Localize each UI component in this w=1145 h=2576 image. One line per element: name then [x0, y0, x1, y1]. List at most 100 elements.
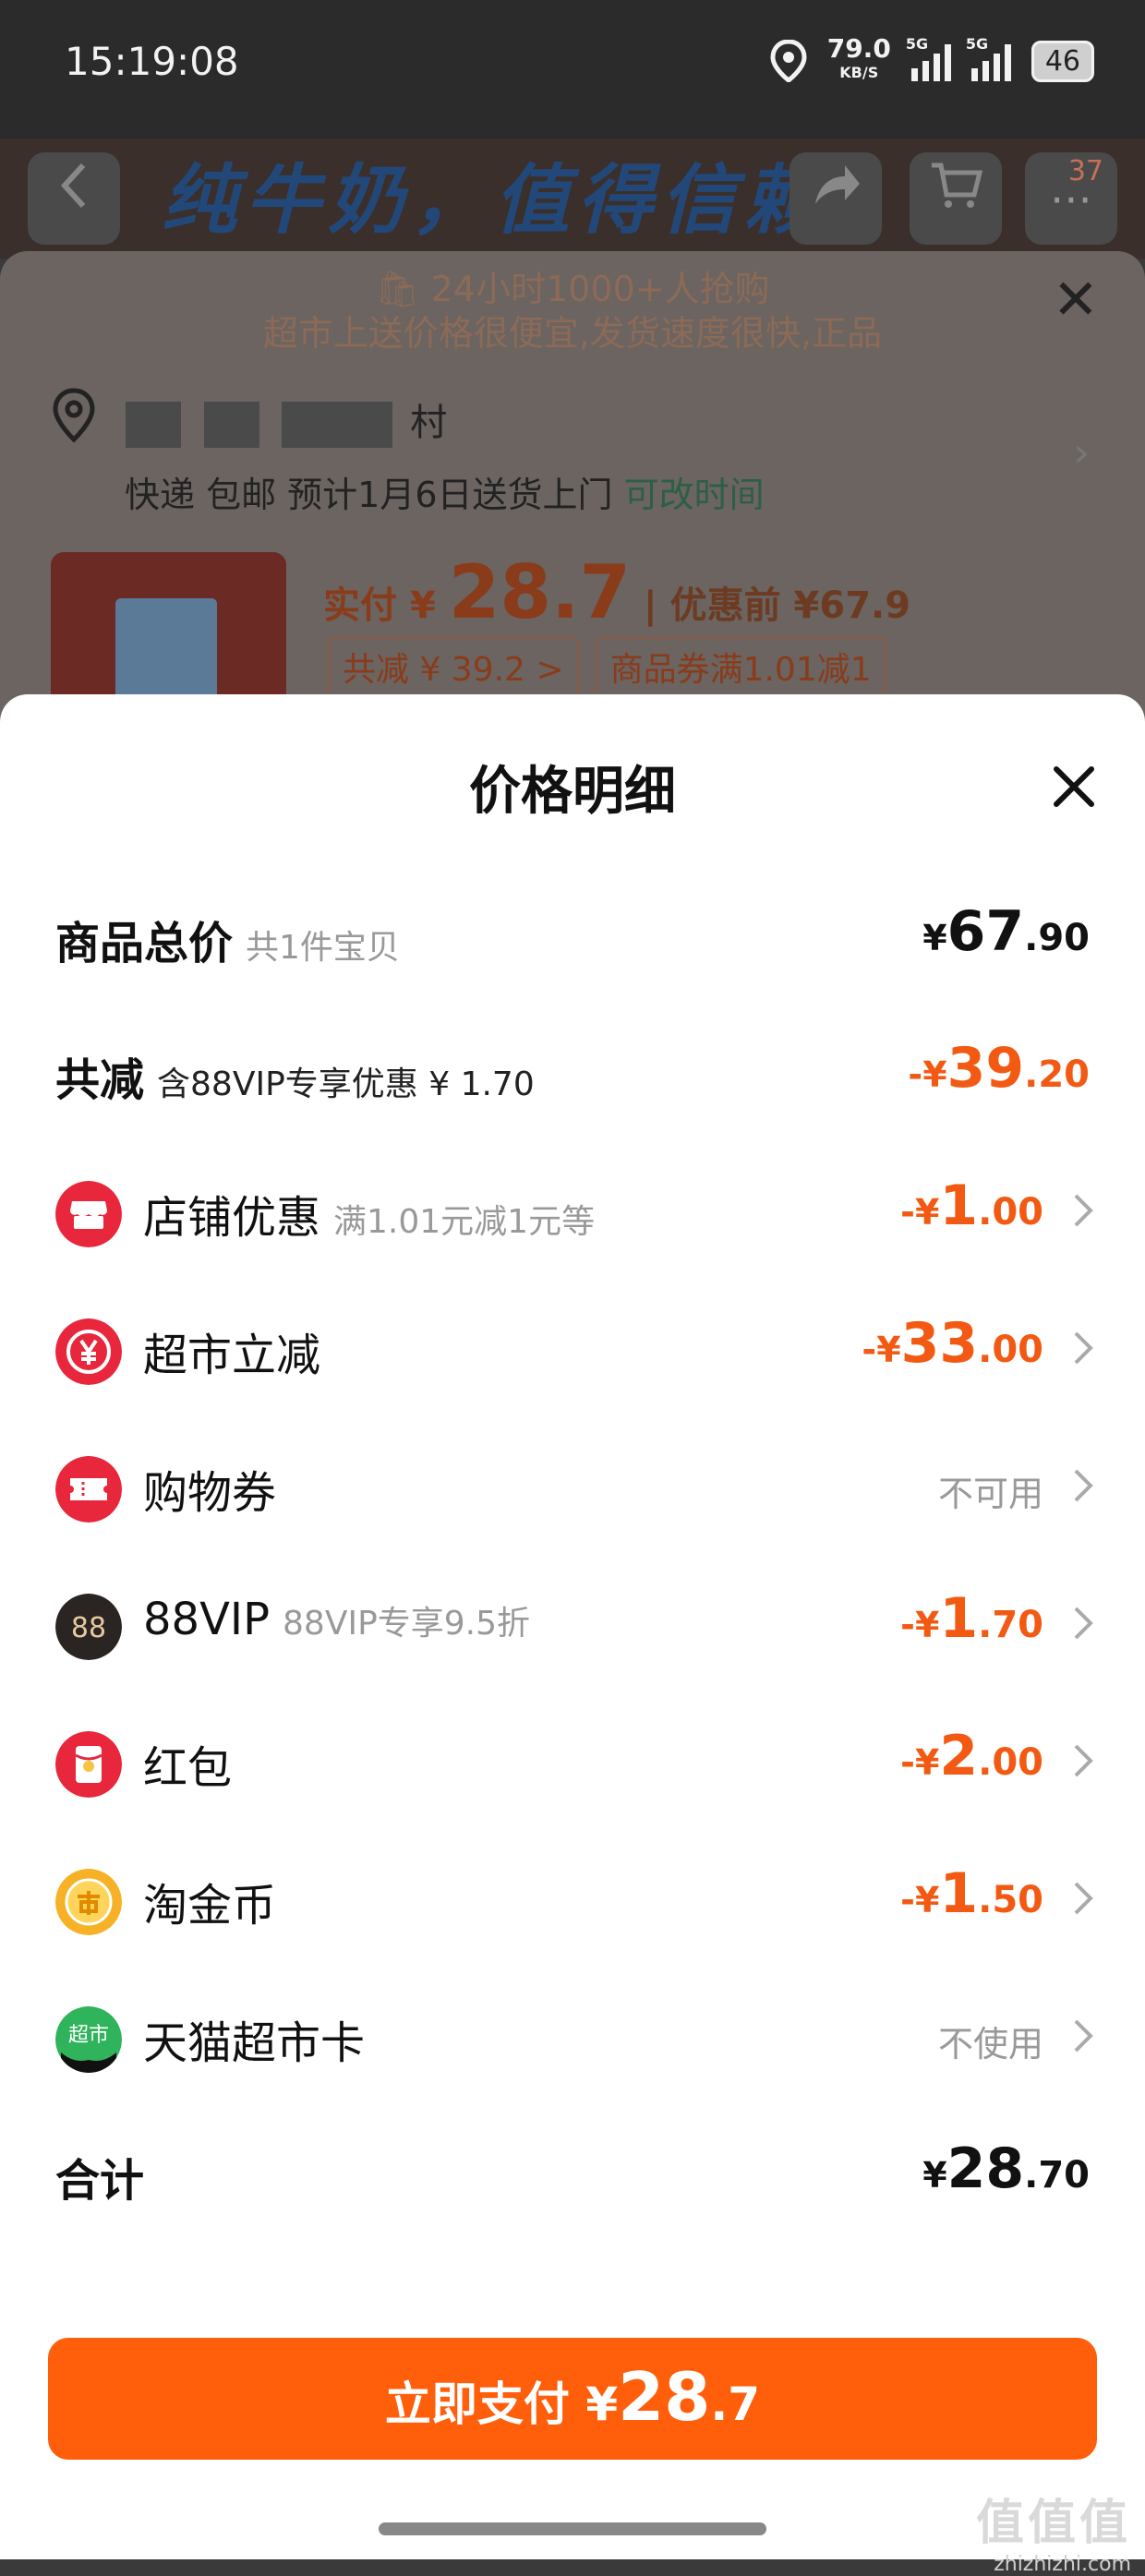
shopping-voucher-label: 购物券 [143, 1467, 277, 1519]
amount-int: 2 [939, 1724, 979, 1788]
shipping-text: 快递 包邮 预计1月6日送货上门 [125, 475, 613, 515]
amount-dec: .50 [978, 1879, 1043, 1921]
tmall-card-status: 不使用 [937, 2024, 1043, 2064]
share-button[interactable] [789, 152, 882, 245]
close-icon[interactable] [1042, 754, 1106, 819]
row-red-envelope[interactable]: 红包 -¥2.00 [0, 1703, 1145, 1814]
amount-int: 67 [946, 899, 1025, 964]
yuan-discount-icon [55, 1318, 122, 1385]
row-total-discount: 共减 含88VIP专享优惠 ¥ 1.70 -¥39.20 [0, 1016, 1145, 1126]
pay-currency: ¥ [585, 2377, 619, 2431]
signal-2-icon: 5G [966, 35, 1011, 81]
network-type-1: 5G [905, 35, 929, 53]
tmall-supermarket-card-icon: 超市 [55, 2006, 122, 2073]
vip88-amount: -¥1.70 [900, 1586, 1043, 1651]
signal-1-icon: 5G [906, 35, 951, 81]
currency: ¥ [922, 918, 947, 958]
currency: -¥ [900, 1880, 940, 1920]
row-88vip[interactable]: 88 88VIP 88VIP专享9.5折 -¥1.70 [0, 1566, 1145, 1677]
amount-int: 1 [939, 1861, 979, 1926]
promo-text-1: 24小时1000+人抢购 [430, 269, 770, 309]
delivery-address[interactable]: 村 [120, 392, 447, 448]
back-arrow-icon [60, 163, 86, 209]
address-chevron-icon: › [1073, 429, 1090, 476]
ticket-icon [55, 1456, 122, 1523]
row-supermarket-discount[interactable]: 超市立减 -¥33.00 [0, 1291, 1145, 1402]
gold-coin-amount: -¥1.50 [900, 1861, 1043, 1926]
row-label: 天猫超市卡 [143, 2006, 365, 2071]
red-envelope-label: 红包 [143, 1742, 233, 1794]
banner-slogan: 纯牛奶，值得信赖 [162, 157, 826, 245]
row-goods-total: 商品总价 共1件宝贝 ¥67.90 [0, 879, 1145, 990]
bag-icon: 🛍 [375, 269, 420, 309]
vip88-note: 88VIP专享9.5折 [283, 1605, 531, 1643]
background-price: 实付 ¥ 28.7 | 优惠前 ¥67.9 [323, 549, 910, 635]
red-envelope-amount: -¥2.00 [900, 1724, 1043, 1788]
currency: -¥ [900, 1742, 940, 1783]
amount-dec: .70 [1024, 2154, 1090, 2197]
location-icon [770, 40, 807, 82]
home-indicator[interactable] [379, 2522, 766, 2535]
chevron-right-icon [1074, 2019, 1093, 2052]
amount-dec: .00 [978, 1191, 1043, 1234]
currency: -¥ [900, 1605, 940, 1645]
row-gold-coin[interactable]: 淘金币 -¥1.50 [0, 1841, 1145, 1952]
currency: -¥ [900, 1192, 940, 1233]
paid-value: 28.7 [448, 549, 632, 635]
amount-int: 1 [939, 1586, 979, 1651]
chevron-right-icon [1074, 1194, 1093, 1227]
vip88-label: 88VIP [143, 1594, 271, 1645]
address-tail: 村 [410, 402, 448, 444]
network-speed: 79.0 KB/S [827, 36, 891, 85]
redacted-block [282, 402, 393, 448]
promo-line-2: 超市上送价格很便宜,发货速度很快,正品 [262, 313, 883, 354]
row-label: 超市立减 [143, 1318, 320, 1383]
amount-dec: .00 [978, 1741, 1043, 1784]
location-pin-icon [53, 388, 95, 443]
cart-icon [932, 163, 983, 208]
sheet-title: 价格明细 [469, 762, 676, 822]
tmall-card-icon-text: 超市 [68, 2024, 109, 2047]
store-discount-amount: -¥1.00 [900, 1174, 1043, 1238]
status-indicators: 79.0 KB/S 5G 5G 46 [770, 35, 1094, 85]
pay-label: 立即支付 [384, 2377, 570, 2431]
row-shopping-voucher[interactable]: 购物券 不可用 [0, 1428, 1145, 1539]
cart-count-badge: 37 [1067, 155, 1103, 187]
chevron-right-icon [1074, 1607, 1093, 1640]
tmall-card-label: 天猫超市卡 [143, 2017, 366, 2069]
change-time-link[interactable]: 可改时间 [624, 475, 765, 515]
total-discount-tag[interactable]: 共减 ¥ 39.2 > [328, 637, 579, 696]
row-label: 淘金币 [143, 1869, 276, 1933]
goods-total-amount: ¥67.90 [922, 899, 1090, 964]
status-time: 15:19:08 [65, 39, 239, 84]
amount-dec: .20 [1024, 1053, 1090, 1096]
network-speed-unit: KB/S [839, 64, 879, 81]
grand-total-label: 合计 [55, 2155, 145, 2207]
gold-coin-label: 淘金币 [143, 1880, 277, 1932]
amount-dec: .00 [978, 1329, 1043, 1371]
pay-now-button[interactable]: 立即支付 ¥28.7 [48, 2338, 1097, 2460]
background-close-icon[interactable]: ✕ [1053, 268, 1099, 332]
shipping-info: 快递 包邮 预计1月6日送货上门 可改时间 [125, 466, 765, 517]
store-icon [55, 1181, 122, 1247]
vip-discount-note: 含88VIP专享优惠 ¥ 1.70 [157, 1065, 535, 1103]
row-store-discount[interactable]: 店铺优惠 满1.01元减1元等 -¥1.00 [0, 1153, 1145, 1264]
redacted-block [126, 402, 181, 448]
store-discount-note: 满1.01元减1元等 [333, 1203, 596, 1241]
row-label: 红包 [143, 1731, 232, 1796]
row-label: 合计 [55, 2144, 144, 2209]
paid-label: 实付 [323, 584, 397, 627]
cart-button[interactable] [910, 152, 1002, 245]
currency: ¥ [922, 2155, 947, 2196]
row-tmall-card[interactable]: 超市 天猫超市卡 不使用 [0, 1979, 1145, 2089]
chevron-right-icon [1074, 1744, 1093, 1777]
store-discount-label: 店铺优惠 [143, 1192, 321, 1244]
watermark: 值值值 zhizhizhi.com [976, 2484, 1131, 2576]
chevron-right-icon [1074, 1882, 1093, 1915]
back-button[interactable] [28, 152, 120, 245]
row-grand-total: 合计 ¥28.70 [0, 2116, 1145, 2227]
price-before: | 优惠前 ¥67.9 [644, 584, 911, 627]
pay-amount-dec: .7 [710, 2377, 761, 2431]
amount-int: 33 [900, 1311, 979, 1376]
background-tags: 共减 ¥ 39.2 > 商品券满1.01减1 [328, 637, 886, 696]
